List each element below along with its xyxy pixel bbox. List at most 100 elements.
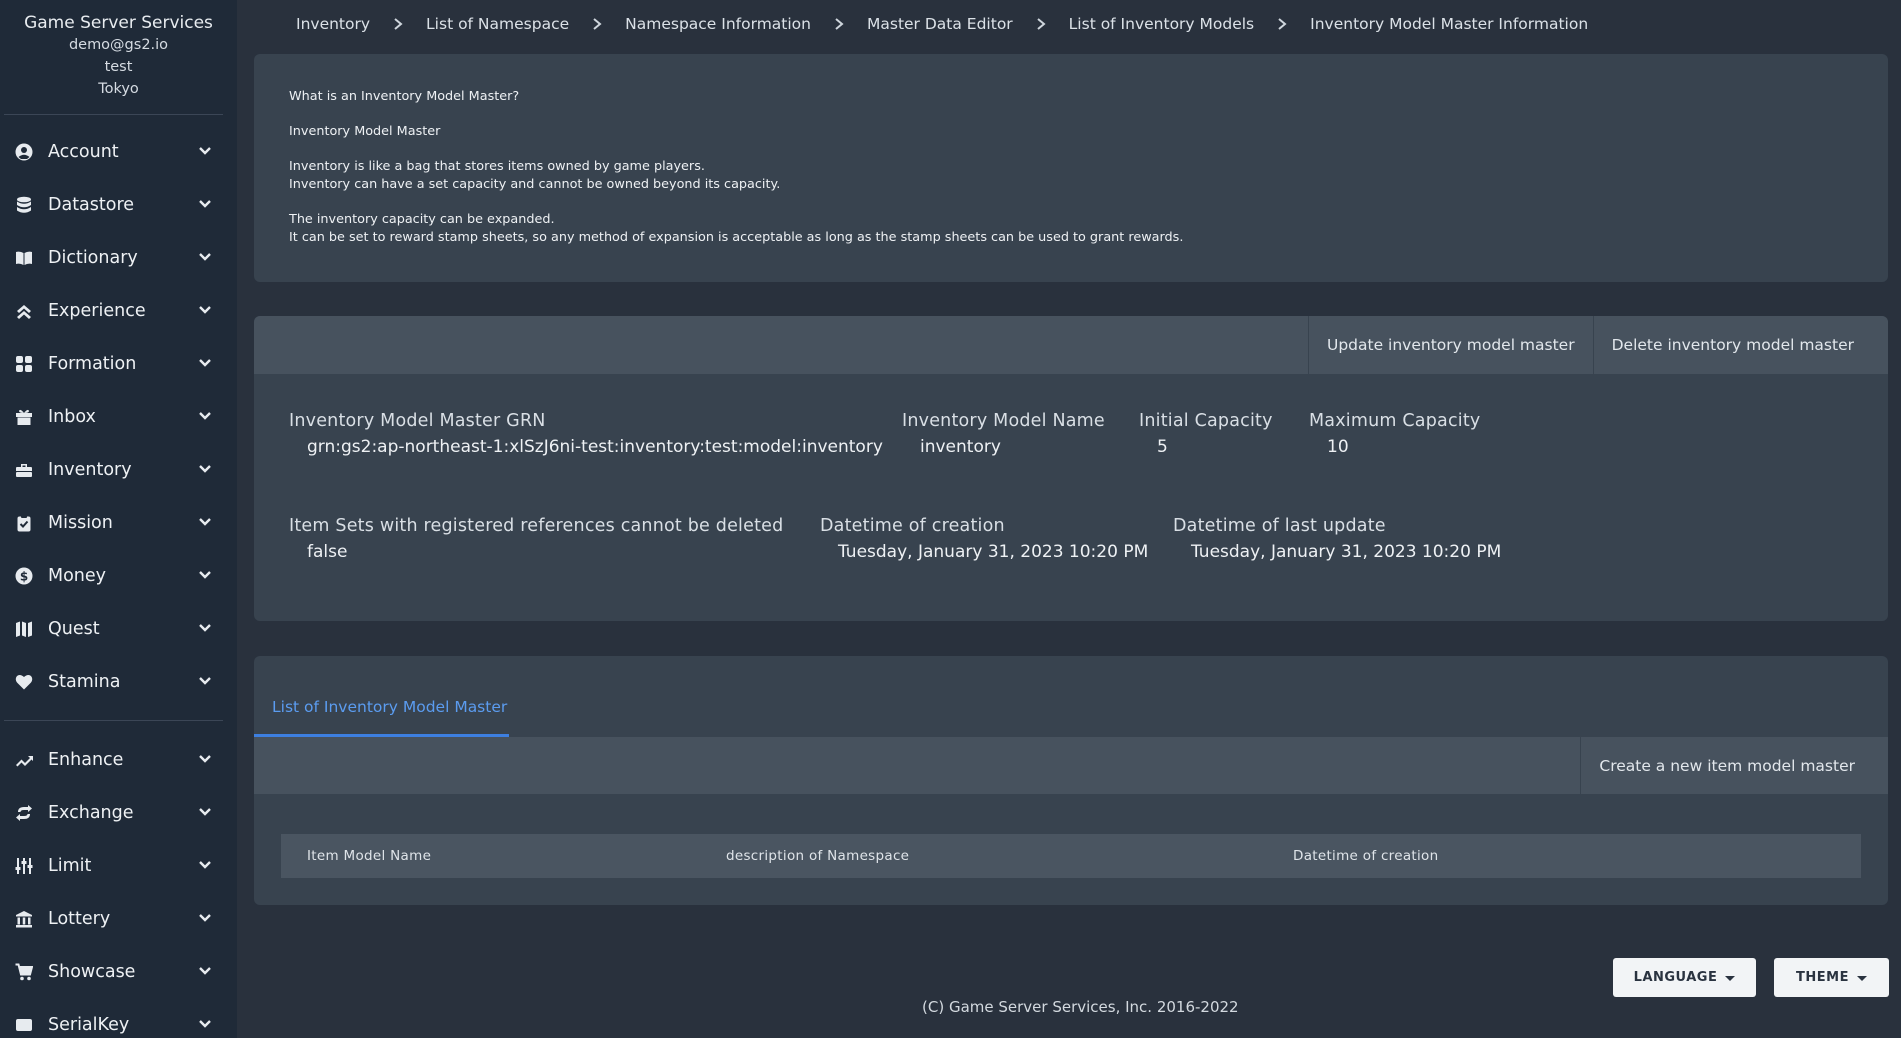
update-model-button[interactable]: Update inventory model master xyxy=(1307,316,1593,374)
chevron-down-icon xyxy=(199,146,211,155)
sidebar-item-inventory[interactable]: Inventory xyxy=(0,443,237,496)
grn-field: Inventory Model Master GRN grn:gs2:ap-no… xyxy=(289,411,883,457)
sidebar-item-label: Money xyxy=(48,565,107,586)
chevron-down-icon xyxy=(199,570,211,579)
grid-icon xyxy=(14,354,34,374)
max-capacity-value: 10 xyxy=(1327,437,1349,457)
sidebar-item-serialkey[interactable]: SerialKey xyxy=(0,998,237,1038)
breadcrumb-item[interactable]: List of Namespace xyxy=(426,15,569,33)
caret-down-icon xyxy=(1856,975,1867,981)
chevron-down-icon[interactable] xyxy=(197,142,213,162)
account-circle-icon xyxy=(14,142,34,162)
table-header: Item Model Name description of Namespace… xyxy=(281,834,1861,878)
chevron-down-icon[interactable] xyxy=(197,407,213,427)
heart-icon xyxy=(14,672,34,692)
chevron-down-icon xyxy=(199,754,211,763)
sidebar-item-showcase[interactable]: Showcase xyxy=(0,945,237,998)
nav-group-extras: Enhance Exchange Limit Lottery Showcase Seria… xyxy=(0,733,237,1038)
sidebar-item-label: Experience xyxy=(48,300,146,321)
chevron-down-icon xyxy=(199,623,211,632)
initial-capacity-value: 5 xyxy=(1157,437,1168,457)
chevron-down-icon[interactable] xyxy=(197,856,213,876)
chevron-down-icon xyxy=(199,305,211,314)
sidebar-item-mission[interactable]: Mission xyxy=(0,496,237,549)
chevron-down-icon xyxy=(199,464,211,473)
sidebar-item-label: Account xyxy=(48,141,119,162)
description-line: Inventory can have a set capacity and ca… xyxy=(289,177,781,192)
sidebar-item-experience[interactable]: Experience xyxy=(0,284,237,337)
breadcrumb-item[interactable]: Inventory Model Master Information xyxy=(1310,15,1588,33)
chevron-down-icon[interactable] xyxy=(197,962,213,982)
breadcrumb-item[interactable]: Namespace Information xyxy=(625,15,811,33)
dollar-circle-icon: $ xyxy=(14,566,34,586)
sidebar-item-stamina[interactable]: Stamina xyxy=(0,655,237,708)
chevron-down-icon[interactable] xyxy=(197,248,213,268)
chevron-right-icon xyxy=(1035,18,1047,30)
chevron-down-icon[interactable] xyxy=(197,619,213,639)
description-paragraph: The inventory capacity can be expanded. … xyxy=(289,211,1888,247)
chevron-down-icon[interactable] xyxy=(197,672,213,692)
book-open-icon xyxy=(14,248,34,268)
chevron-down-icon[interactable] xyxy=(197,301,213,321)
language-button[interactable]: LANGUAGE xyxy=(1613,958,1756,997)
column-header[interactable]: Item Model Name xyxy=(307,848,431,864)
active-tab-indicator xyxy=(254,734,509,737)
sidebar-item-limit[interactable]: Limit xyxy=(0,839,237,892)
sidebar-item-label: Showcase xyxy=(48,961,136,982)
created-label: Datetime of creation xyxy=(820,516,1005,536)
key-card-icon xyxy=(14,1015,34,1035)
chevron-down-icon xyxy=(199,358,211,367)
sliders-icon xyxy=(14,856,34,876)
database-icon xyxy=(14,195,34,215)
chevron-down-icon xyxy=(199,411,211,420)
create-item-model-button[interactable]: Create a new item model master xyxy=(1580,737,1888,794)
chevron-down-icon[interactable] xyxy=(197,354,213,374)
bank-icon xyxy=(14,909,34,929)
sidebar-item-money[interactable]: $ Money xyxy=(0,549,237,602)
description-paragraph: Inventory is like a bag that stores item… xyxy=(289,158,1888,194)
user-email: demo@gs2.io xyxy=(68,37,169,53)
chevron-down-icon[interactable] xyxy=(197,803,213,823)
tab-item-model-list[interactable]: List of Inventory Model Master xyxy=(272,698,507,716)
chevron-down-icon[interactable] xyxy=(197,513,213,533)
chevron-down-icon[interactable] xyxy=(197,750,213,770)
chevron-down-icon[interactable] xyxy=(197,1015,213,1035)
sidebar-item-exchange[interactable]: Exchange xyxy=(0,786,237,839)
sidebar: Game Server Services demo@gs2.io test To… xyxy=(0,0,237,1038)
sidebar-item-label: Enhance xyxy=(48,749,124,770)
chevron-down-icon[interactable] xyxy=(197,909,213,929)
chevron-down-icon xyxy=(199,966,211,975)
sidebar-item-formation[interactable]: Formation xyxy=(0,337,237,390)
brand-title: Game Server Services xyxy=(24,13,213,33)
chevron-down-icon[interactable] xyxy=(197,566,213,586)
updated-value: Tuesday, January 31, 2023 10:20 PM xyxy=(1191,542,1502,562)
double-chevron-up-icon xyxy=(14,301,34,321)
description-line: The inventory capacity can be expanded. xyxy=(289,212,555,227)
sidebar-item-lottery[interactable]: Lottery xyxy=(0,892,237,945)
breadcrumb-item[interactable]: List of Inventory Models xyxy=(1069,15,1254,33)
chevron-down-icon[interactable] xyxy=(197,460,213,480)
sidebar-item-account[interactable]: Account xyxy=(0,125,237,178)
sidebar-divider xyxy=(4,720,223,721)
model-name-field: Inventory Model Name inventory xyxy=(902,411,1105,457)
clipboard-check-icon xyxy=(14,513,34,533)
chevron-down-icon xyxy=(199,199,211,208)
chevron-down-icon[interactable] xyxy=(197,195,213,215)
exchange-icon xyxy=(14,803,34,823)
breadcrumb-item[interactable]: Master Data Editor xyxy=(867,15,1013,33)
description-heading: Inventory Model Master xyxy=(289,124,441,139)
sidebar-item-datastore[interactable]: Datastore xyxy=(0,178,237,231)
chevron-right-icon xyxy=(392,18,404,30)
caret-down-icon xyxy=(1725,975,1736,981)
column-header[interactable]: Datetime of creation xyxy=(1293,848,1438,864)
sidebar-item-inbox[interactable]: Inbox xyxy=(0,390,237,443)
delete-model-button[interactable]: Delete inventory model master xyxy=(1592,316,1888,374)
theme-button[interactable]: THEME xyxy=(1774,958,1889,997)
sidebar-item-quest[interactable]: Quest xyxy=(0,602,237,655)
breadcrumb: Inventory List of Namespace Namespace Info… xyxy=(296,13,1588,35)
sidebar-item-enhance[interactable]: Enhance xyxy=(0,733,237,786)
description-question: What is an Inventory Model Master? xyxy=(289,89,520,104)
breadcrumb-item[interactable]: Inventory xyxy=(296,15,370,33)
sidebar-item-dictionary[interactable]: Dictionary xyxy=(0,231,237,284)
column-header[interactable]: description of Namespace xyxy=(726,848,909,864)
